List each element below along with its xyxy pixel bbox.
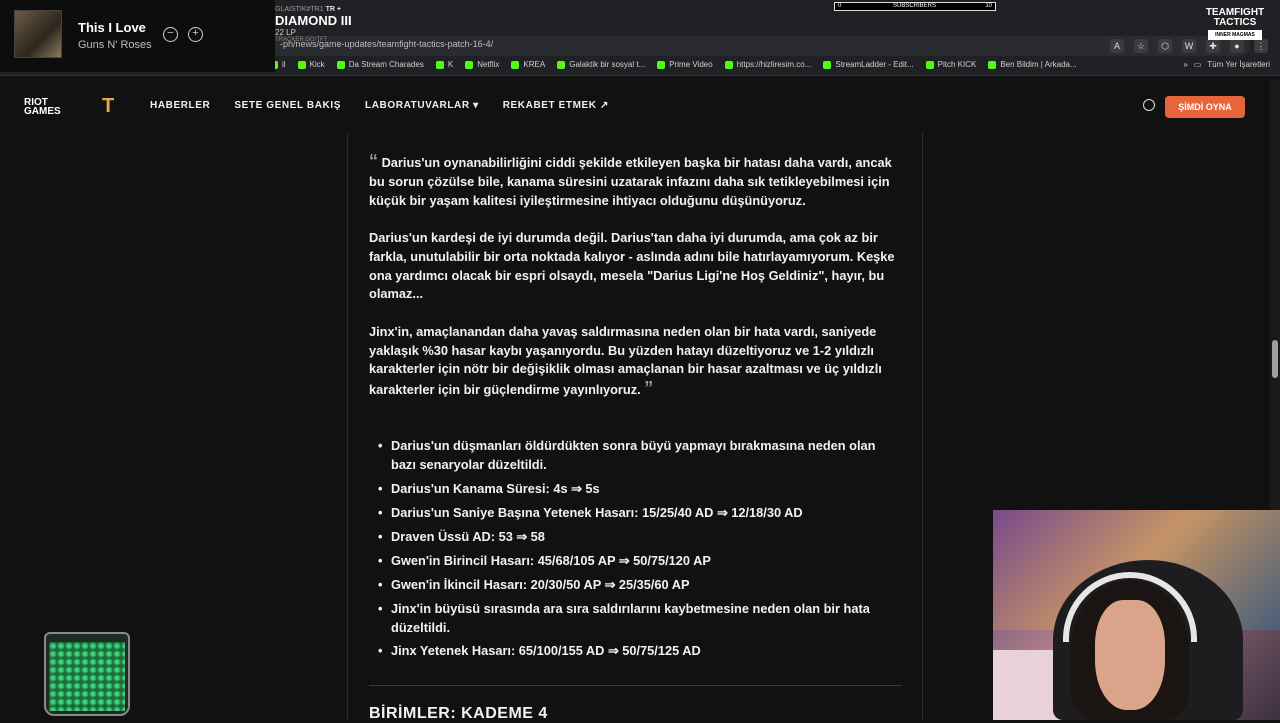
main-nav: HABERLER SETE GENEL BAKIŞ LABORATUVARLAR… <box>150 100 609 111</box>
plus-icon[interactable]: + <box>188 27 203 42</box>
bookmark-favicon-icon <box>435 60 444 69</box>
bookmark-favicon-icon <box>557 60 566 69</box>
subs-current: 0 <box>838 3 842 9</box>
section-heading: BİRİMLER: KADEME 4 <box>369 705 548 722</box>
bookmark-label: Galaktik bir sosyal t... <box>569 60 646 69</box>
webcam-feed <box>993 510 1280 720</box>
bookmark-favicon-icon <box>988 60 997 69</box>
album-art <box>14 10 62 58</box>
list-item: Darius'un Saniye Başına Yetenek Hasarı: … <box>378 504 903 523</box>
jar-overlay <box>44 632 130 716</box>
nav-news[interactable]: HABERLER <box>150 100 210 111</box>
rank-overlay: GLAISTIK#TR1 TR + DIAMOND III 22 LP TRAC… <box>275 6 370 62</box>
bookmark-item[interactable]: KREA <box>511 60 545 69</box>
nav-compete[interactable]: REKABET ETMEK ↗ <box>503 100 609 111</box>
bookmark-label: Prime Video <box>669 60 713 69</box>
riot-games-logo[interactable]: RIOT GAMES <box>24 98 61 117</box>
bookmarks-list: il Kick Da Stream Charades K Netflix KREA Gala… <box>270 60 1077 69</box>
jar-contents <box>49 642 125 711</box>
section-divider <box>369 685 902 686</box>
list-item: Gwen'in Birincil Hasarı: 45/68/105 AP ⇒ … <box>378 552 903 571</box>
bookmark-favicon-icon <box>823 60 832 69</box>
folder-icon: ▭ <box>1193 60 1202 69</box>
minus-icon[interactable]: − <box>163 27 178 42</box>
bookmark-favicon-icon <box>465 60 474 69</box>
list-item: Jinx'in büyüsü sırasında ara sıra saldır… <box>378 600 903 638</box>
song-artist: Guns N' Roses <box>78 39 152 51</box>
bookmark-item[interactable]: https://hizliresim.co... <box>724 60 812 69</box>
list-item: Darius'un düşmanları öldürdükten sonra b… <box>378 437 903 475</box>
bookmark-label: Pitch KICK <box>937 60 977 69</box>
star-icon[interactable]: ☆ <box>1134 39 1148 53</box>
bookmark-label: Ben Bildim | Arkada... <box>1000 60 1077 69</box>
nav-set-overview[interactable]: SETE GENEL BAKIŞ <box>234 100 341 111</box>
bookmark-item[interactable]: Galaktik bir sosyal t... <box>557 60 645 69</box>
puzzle-icon[interactable]: ✚ <box>1206 39 1220 53</box>
bookmarks-right: » ▭ Tüm Yer İşaretleri <box>1183 60 1270 69</box>
tft-corner-logo: TEAMFIGHT TACTICS INNER MAGMAS <box>1205 7 1265 40</box>
bookmark-label: https://hizliresim.co... <box>736 60 812 69</box>
rank-site: TRACKER.GG/TFT <box>275 37 328 43</box>
site-header: RIOT GAMES T HABERLER SETE GENEL BAKIŞ LA… <box>0 80 1270 132</box>
dev-quote: “ Darius'un oynanabilirliğini ciddi şeki… <box>369 152 904 419</box>
menu-dots-icon[interactable]: ⋮ <box>1254 39 1268 53</box>
url-field[interactable]: -ph/news/game-updates/teamfight-tactics-… <box>270 36 1250 56</box>
list-item: Draven Üssü AD: 53 ⇒ 58 <box>378 528 903 547</box>
extension-icon[interactable]: ⬡ <box>1158 39 1172 53</box>
translate-icon[interactable]: A <box>1110 39 1124 53</box>
article-column: “ Darius'un oynanabilirliğini ciddi şeki… <box>347 132 923 722</box>
list-item: Darius'un Kanama Süresi: 4s ⇒ 5s <box>378 480 903 499</box>
list-item: Gwen'in İkincil Hasarı: 20/30/50 AP ⇒ 25… <box>378 576 903 595</box>
bookmark-favicon-icon <box>657 60 666 69</box>
scroll-thumb[interactable] <box>1272 340 1278 378</box>
bookmark-item[interactable]: StreamLadder - Edit... <box>823 60 914 69</box>
profile-avatar-icon[interactable]: ● <box>1230 39 1244 53</box>
song-title: This I Love <box>78 20 146 35</box>
rank-lp: 22 LP <box>275 28 296 37</box>
bookmark-item[interactable]: Ben Bildim | Arkada... <box>988 60 1077 69</box>
bookmark-label: K <box>447 60 454 69</box>
subs-goal: 10 <box>985 3 992 9</box>
all-bookmarks-link[interactable]: Tüm Yer İşaretleri <box>1207 60 1270 69</box>
bookmark-item[interactable]: Netflix <box>465 60 499 69</box>
rank-title: DIAMOND III <box>275 13 352 28</box>
summoner-name: GLAISTIK#TR1 TR + <box>275 6 341 13</box>
bookmark-item[interactable]: K <box>435 60 454 69</box>
subs-label: SUBSCRIBERS <box>893 3 937 9</box>
bookmark-favicon-icon <box>925 60 934 69</box>
bookmarks-overflow-icon[interactable]: » <box>1183 60 1187 69</box>
close-quote-icon: ” <box>644 378 654 399</box>
bookmark-item[interactable]: Prime Video <box>657 60 713 69</box>
patch-change-list: Darius'un düşmanları öldürdükten sonra b… <box>378 437 903 666</box>
list-item: Jinx Yetenek Hasarı: 65/100/155 AD ⇒ 50/… <box>378 642 903 661</box>
quote-paragraph: “ Darius'un oynanabilirliğini ciddi şeki… <box>369 151 892 208</box>
nav-labs[interactable]: LABORATUVARLAR ▾ <box>365 100 479 111</box>
music-player-overlay: This I Love Guns N' Roses − + <box>0 0 275 72</box>
bookmark-favicon-icon <box>511 60 520 69</box>
extension-icon[interactable]: W <box>1182 39 1196 53</box>
open-quote-icon: “ <box>369 151 378 171</box>
tft-logo[interactable]: T <box>102 95 124 117</box>
quote-paragraph: Darius'un kardeşi de iyi durumda değil. … <box>369 229 895 302</box>
bookmark-favicon-icon <box>724 60 733 69</box>
globe-icon[interactable] <box>1143 99 1155 111</box>
play-now-button[interactable]: ŞİMDİ OYNA <box>1165 96 1245 118</box>
bookmark-label: Netflix <box>477 60 500 69</box>
bookmark-item[interactable]: Pitch KICK <box>925 60 977 69</box>
quote-paragraph: Jinx'in, amaçlanandan daha yavaş saldırm… <box>369 323 882 399</box>
bookmark-label: StreamLadder - Edit... <box>835 60 914 69</box>
bookmark-label: KREA <box>523 60 546 69</box>
subscriber-goal-bar: 0 SUBSCRIBERS 10 <box>834 2 996 11</box>
